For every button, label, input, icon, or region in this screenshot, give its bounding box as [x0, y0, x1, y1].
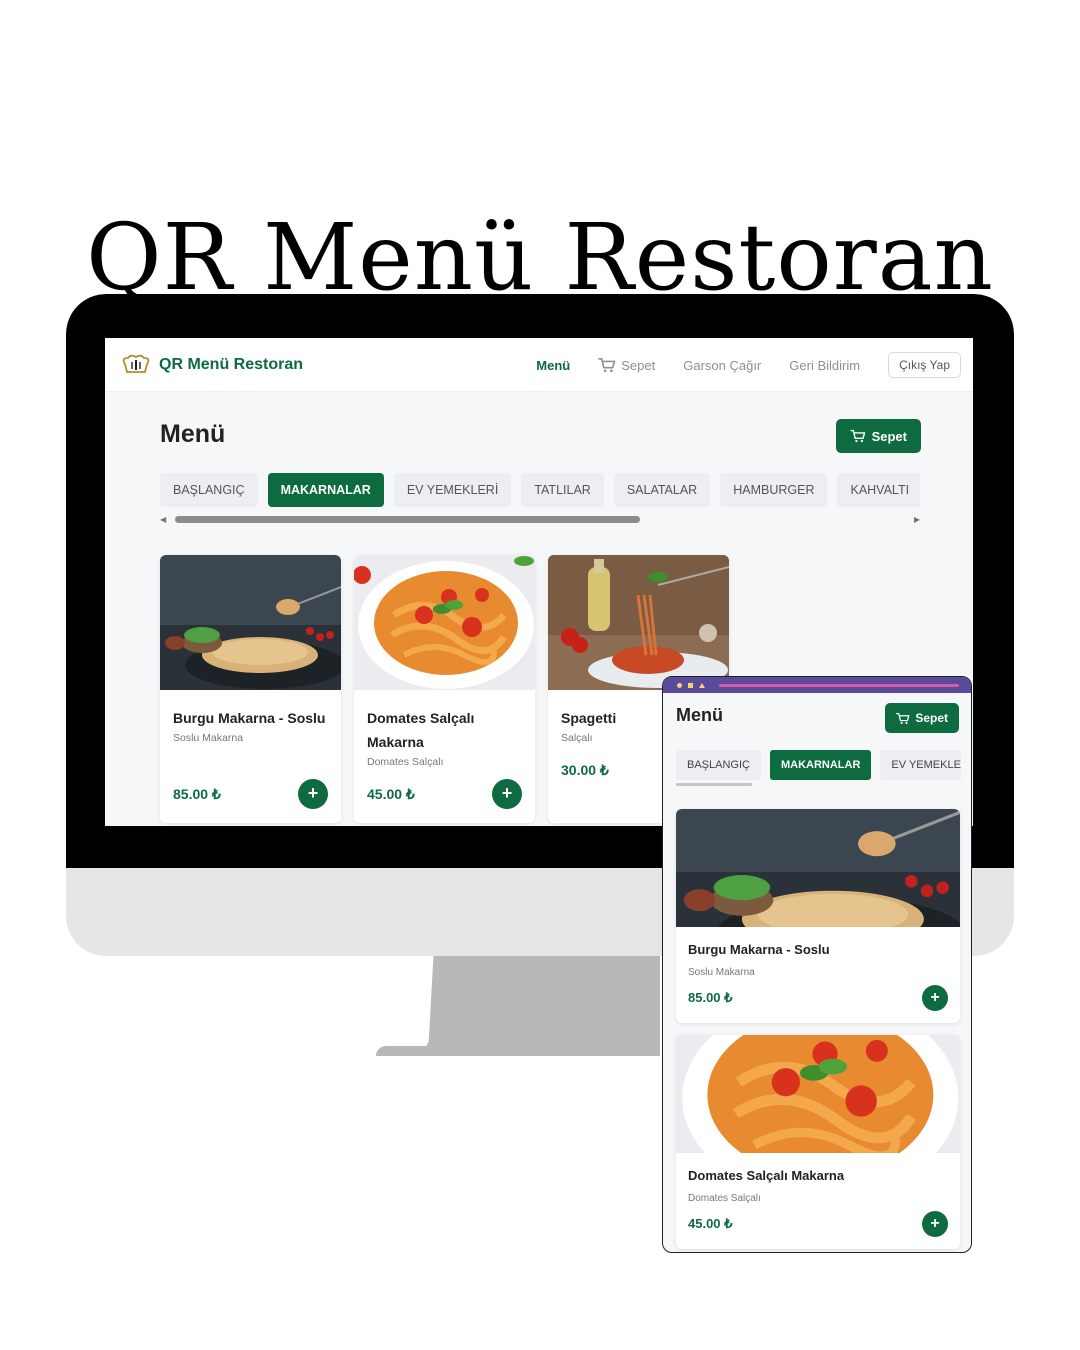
product-description: Soslu Makarna [688, 967, 755, 978]
tab-makarnalar[interactable]: MAKARNALAR [267, 473, 384, 507]
chef-hat-icon [122, 354, 150, 373]
cart-icon [896, 712, 910, 725]
tab-ev-yemekleri[interactable]: EV YEMEKLERİ [393, 473, 512, 507]
status-triangle-icon [699, 683, 705, 688]
cart-button[interactable]: Sepet [835, 419, 921, 453]
product-description: Soslu Makarna [173, 732, 244, 744]
cart-icon [850, 429, 866, 443]
mobile-product-card[interactable]: Burgu Makarna - Soslu Soslu Makarna 85.0… [676, 809, 960, 1023]
scroll-right-arrow-icon[interactable]: ▶ [914, 515, 920, 524]
mobile-category-tabs: BAŞLANGIÇ MAKARNALAR EV YEMEKLERİ [676, 750, 961, 780]
nav-links: Menü Sepet Garson Çağır Geri Bildirim Çı… [536, 338, 961, 392]
nav-cart-link[interactable]: Sepet [598, 357, 655, 373]
tab-tatlilar[interactable]: TATLILAR [521, 473, 604, 507]
scroll-left-arrow-icon[interactable]: ◀ [160, 515, 166, 524]
address-bar [719, 684, 959, 687]
nav-feedback-link[interactable]: Geri Bildirim [789, 358, 860, 373]
cart-icon [598, 357, 616, 373]
status-dot-icon [677, 683, 682, 688]
tab-hamburger[interactable]: HAMBURGER [720, 473, 828, 507]
product-image [548, 555, 729, 690]
category-tabs: BAŞLANGIÇ MAKARNALAR EV YEMEKLERİ TATLILAR S… [160, 473, 920, 507]
mobile-tab-makarnalar[interactable]: MAKARNALAR [769, 750, 872, 780]
product-price: 30.00 ₺ [561, 762, 609, 778]
status-square-icon [688, 683, 693, 688]
brand-name: QR Menü Restoran [159, 355, 304, 373]
category-scrollbar[interactable]: ◀ ▶ [160, 514, 920, 524]
product-price: 45.00 ₺ [367, 786, 415, 802]
product-image [676, 1035, 960, 1153]
product-description: Domates Salçalı [688, 1193, 761, 1204]
product-image [160, 555, 341, 690]
mobile-tab-baslangic[interactable]: BAŞLANGIÇ [676, 750, 761, 780]
logout-button[interactable]: Çıkış Yap [888, 352, 961, 378]
product-price: 85.00 ₺ [173, 786, 221, 802]
product-price: 45.00 ₺ [688, 1216, 733, 1231]
mobile-cart-button-label: Sepet [915, 711, 948, 725]
add-to-cart-button[interactable]: + [922, 1211, 948, 1237]
tab-kahvalti[interactable]: KAHVALTI [837, 473, 920, 507]
nav-call-waiter-link[interactable]: Garson Çağır [683, 358, 761, 373]
product-description: Domates Salçalı [367, 756, 444, 768]
add-to-cart-button[interactable]: + [298, 779, 328, 809]
brand[interactable]: QR Menü Restoran [119, 354, 303, 376]
tab-salatalar[interactable]: SALATALAR [613, 473, 711, 507]
product-price: 85.00 ₺ [688, 990, 733, 1005]
scroll-thumb[interactable] [175, 516, 640, 523]
cart-button-label: Sepet [871, 428, 907, 444]
product-grid: Burgu Makarna - Soslu Soslu Makarna 85.0… [160, 555, 729, 823]
monitor-stand [424, 956, 660, 1056]
mobile-tab-ev-yemekleri[interactable]: EV YEMEKLERİ [880, 750, 961, 780]
mobile-status-bar [663, 677, 971, 693]
product-name: Domates Salçalı Makarna [367, 710, 475, 750]
monitor-stand-base [376, 1046, 446, 1056]
product-name: Burgu Makarna - Soslu [688, 942, 830, 957]
add-to-cart-button[interactable]: + [922, 985, 948, 1011]
nav-cart-label: Sepet [621, 357, 656, 373]
page-title: Menü [160, 420, 226, 448]
product-card[interactable]: Domates Salçalı Makarna Domates Salçalı … [354, 555, 535, 823]
product-card[interactable]: Burgu Makarna - Soslu Soslu Makarna 85.0… [160, 555, 341, 823]
product-image [676, 809, 960, 927]
mobile-page-title: Menü [676, 705, 723, 725]
product-name: Domates Salçalı Makarna [688, 1168, 845, 1183]
nav-menu-link[interactable]: Menü [536, 358, 570, 373]
product-image [354, 555, 535, 690]
top-nav: QR Menü Restoran Menü Sepet Garson Çağır… [105, 338, 973, 392]
mobile-screen: Menü Sepet BAŞLANGIÇ MAKARNALAR EV YEMEKLE… [662, 676, 972, 1253]
product-name: Burgu Makarna - Soslu [173, 710, 326, 726]
tab-baslangic[interactable]: BAŞLANGIÇ [160, 473, 258, 507]
mobile-category-scrollbar[interactable] [676, 783, 752, 786]
add-to-cart-button[interactable]: + [492, 779, 522, 809]
headline: QR Menü Restoran [86, 204, 994, 311]
mobile-cart-button[interactable]: Sepet [885, 703, 959, 733]
mobile-product-card[interactable]: Domates Salçalı Makarna Domates Salçalı … [676, 1035, 960, 1249]
